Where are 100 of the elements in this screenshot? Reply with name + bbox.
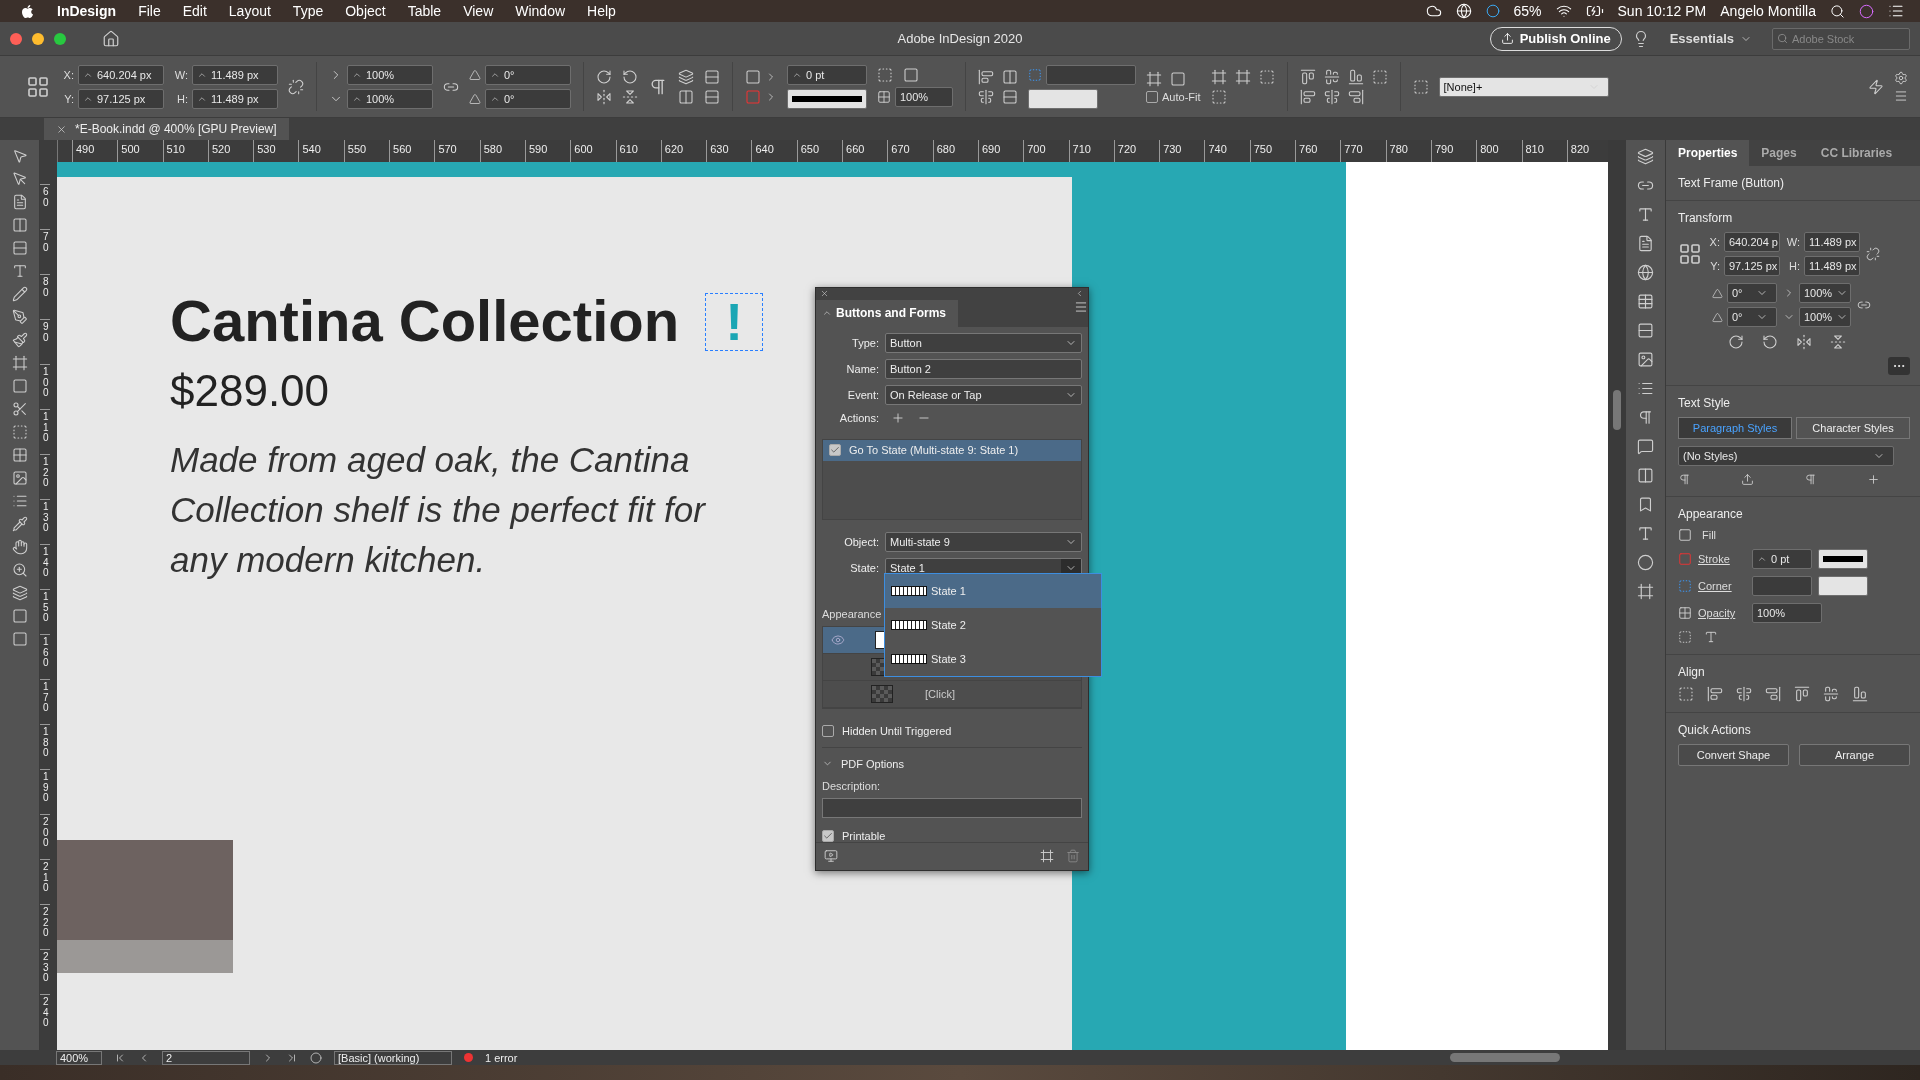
stroke-swatch-icon[interactable] [745,88,761,105]
opacity-field[interactable]: 100% [1752,603,1822,623]
rotation-field[interactable]: 0° [1727,283,1777,303]
quick-action-button[interactable]: Convert Shape [1678,744,1789,766]
stroke-weight-field[interactable]: 0 pt [787,64,867,85]
tool-icon[interactable] [11,263,28,279]
object-style-field[interactable]: [None]+ [1438,76,1609,97]
align-middle-icon[interactable] [1323,88,1340,105]
align-center-icon[interactable] [1323,68,1340,85]
user-name[interactable]: Angelo Montilla [1720,3,1816,19]
dropdown-option[interactable]: State 3 [885,642,1101,676]
tool-icon[interactable] [11,332,28,348]
corner-field[interactable] [1752,576,1812,596]
panel-tab[interactable]: Pages [1749,140,1809,166]
tool-icon[interactable] [11,470,28,486]
panel-icon[interactable] [1637,206,1654,223]
menu-item[interactable]: Type [292,3,324,19]
appearance-row[interactable]: [Click] [823,680,1081,708]
error-count[interactable]: 1 error [485,1051,518,1064]
panel-icon[interactable] [1637,351,1654,368]
stroke-weight-field[interactable]: 0 pt [1752,549,1812,569]
rotate-clockwise-icon[interactable] [596,68,612,85]
horizontal-scroll-thumb[interactable] [1450,1053,1560,1062]
tool-icon[interactable] [11,401,28,417]
cloud-icon[interactable] [1425,3,1442,19]
panel-icon[interactable] [1637,264,1654,281]
input-field[interactable]: Button 2 [885,358,1082,379]
align-top-icon[interactable] [1299,88,1316,105]
align-to-icon[interactable] [1371,68,1388,85]
select-container-icon[interactable] [678,68,694,85]
tool-icon[interactable] [11,608,28,624]
zoom-field[interactable]: 400% [56,1050,102,1065]
align-left-icon[interactable] [1299,68,1316,85]
align-right-icon[interactable] [1347,68,1364,85]
scroll-thumb[interactable] [1613,390,1621,430]
size-field[interactable]: 11.489 px [192,64,278,85]
tool-icon[interactable] [11,217,28,233]
maximize-window-button[interactable] [54,32,66,45]
tool-icon[interactable] [11,286,28,302]
align-middle-icon[interactable] [1823,686,1839,702]
dropdown-field[interactable]: Multi-state 9 [885,531,1082,552]
panel-icon[interactable] [1637,525,1654,542]
panel-icon[interactable] [1637,235,1654,252]
frame-icon[interactable] [1678,630,1692,644]
panel-icon[interactable] [1637,293,1654,310]
preflight-profile-field[interactable]: [Basic] (working) [334,1050,452,1065]
tool-icon[interactable] [11,309,28,325]
align-bottom-icon[interactable] [1347,88,1364,105]
tool-icon[interactable] [11,240,28,256]
align-left-icon[interactable] [1707,686,1723,702]
position-field[interactable]: 640.204 px [78,64,164,85]
dropdown-option[interactable]: State 1 [885,574,1101,608]
corner-shape-field[interactable] [1028,88,1098,109]
description-field[interactable] [822,797,1082,818]
first-page-icon[interactable] [114,1051,126,1064]
panel-tab[interactable]: CC Libraries [1808,140,1905,166]
home-icon[interactable] [102,29,120,48]
settings-icon[interactable] [1894,70,1908,85]
panel-icon[interactable] [1637,322,1654,339]
align-top-icon[interactable] [1794,686,1810,702]
panel-icon[interactable] [1637,438,1654,455]
scale-field[interactable]: 100% [347,88,433,109]
tool-icon[interactable] [11,378,28,394]
tool-icon[interactable] [11,447,28,463]
apple-icon[interactable] [20,3,35,19]
tool-icon[interactable] [11,516,28,532]
reference-point-icon[interactable] [26,74,50,99]
collapse-icon[interactable] [1075,289,1084,299]
corner-icon[interactable] [1678,579,1692,593]
quick-action-button[interactable]: Arrange [1799,744,1910,766]
opacity-icon[interactable] [877,89,891,104]
corner-shape-field[interactable] [1818,576,1868,596]
close-icon[interactable] [820,289,829,299]
rotate-clockwise-icon[interactable] [1728,334,1744,350]
opacity-link[interactable]: Opacity [1698,607,1746,619]
pilcrow-icon[interactable] [1678,473,1691,486]
panel-icon[interactable] [1637,380,1654,397]
link-icon[interactable] [1857,298,1871,312]
panel-tab[interactable]: Buttons and Forms [816,299,958,327]
corner-link[interactable]: Corner [1698,580,1746,592]
search-icon[interactable] [1830,3,1845,19]
wifi-icon[interactable] [1555,3,1572,19]
align-bottom-icon[interactable] [1852,686,1868,702]
panel-tab[interactable]: Properties [1666,140,1750,166]
panel-icon[interactable] [1637,496,1654,513]
eye-icon[interactable] [831,632,845,647]
action-item[interactable]: Go To State (Multi-state 9: State 1) [823,439,1081,461]
panel-menu-icon[interactable] [1074,299,1088,314]
menu-item[interactable]: View [463,3,494,19]
tool-icon[interactable] [11,424,28,440]
style-tab[interactable]: Character Styles [1796,417,1910,439]
unlink-icon[interactable] [288,78,304,95]
shear-field[interactable]: 0° [1727,307,1777,327]
hidden-until-triggered-checkbox[interactable]: Hidden Until Triggered [822,724,1082,737]
stroke-link[interactable]: Stroke [1698,553,1746,565]
upload-icon[interactable] [1500,32,1514,45]
corner-field[interactable] [1046,64,1136,85]
rotate-counterclockwise-icon[interactable] [1762,334,1778,350]
reference-point-icon[interactable] [1678,242,1702,266]
menu-item[interactable]: File [138,3,161,19]
